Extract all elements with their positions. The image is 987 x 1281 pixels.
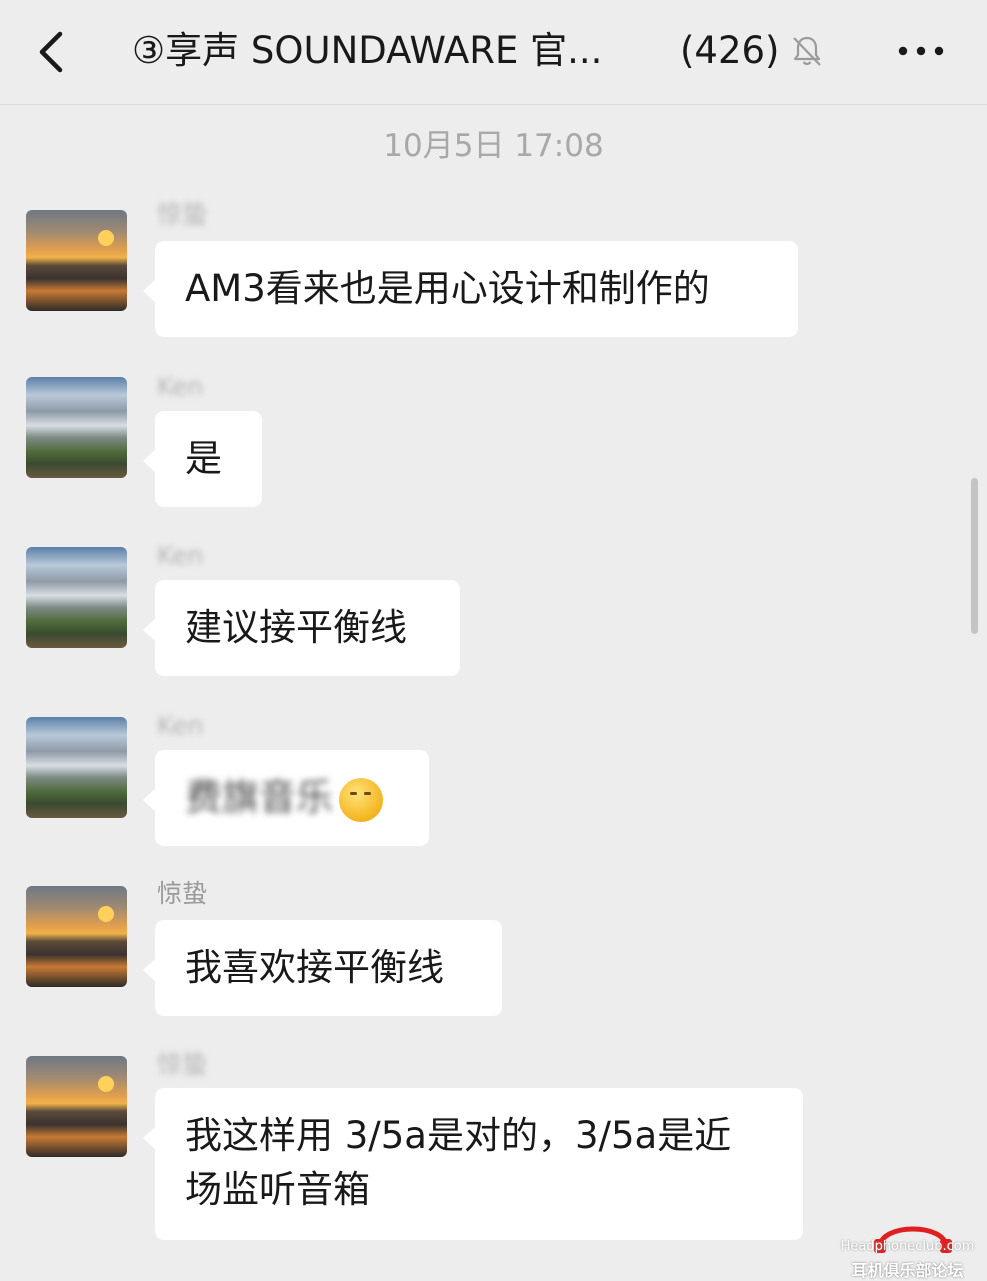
chevron-left-icon[interactable] [30,26,78,78]
scrollbar[interactable] [971,478,978,634]
watermark: Headphoneclub.com 耳机俱乐部论坛 [828,1213,987,1280]
message-text: 我喜欢接平衡线 [185,946,444,989]
message-bubble[interactable]: 费旗音乐 [143,750,429,846]
message-text: AM3看来也是用心设计和制作的 [185,267,710,310]
thinking-face-icon [339,777,383,822]
sender-name: Ken [157,372,204,401]
sender-name: 惊蛰 [157,200,208,229]
message-bubble[interactable]: 是 [143,411,262,507]
message-bubble[interactable]: 我这样用 3/5a是对的，3/5a是近 场监听音箱 [143,1088,803,1240]
sender-name: 惊蛰 [157,1050,208,1079]
watermark-text: 耳机俱乐部论坛 [851,1261,964,1280]
member-count: (426) [680,29,780,72]
sender-name: Ken [157,711,204,740]
avatar[interactable] [26,547,127,648]
avatar[interactable] [26,717,127,818]
watermark-url: Headphoneclub.com [840,1239,975,1254]
avatar[interactable] [26,1056,127,1157]
message-text-line: 我这样用 3/5a是对的，3/5a是近 [185,1114,732,1157]
message-text-line: 场监听音箱 [185,1168,370,1211]
message-text: 是 [185,437,222,480]
message-text: 建议接平衡线 [185,606,407,649]
message-bubble[interactable]: AM3看来也是用心设计和制作的 [143,241,798,337]
bell-muted-icon [793,36,821,66]
more-dots-icon[interactable] [897,34,945,68]
message-bubble[interactable]: 我喜欢接平衡线 [143,920,502,1016]
message-text: 费旗音乐 [185,776,333,819]
avatar[interactable] [26,377,127,478]
sender-name: 惊蛰 [157,879,208,908]
chat-title: ③享声 SOUNDAWARE 官... [132,29,603,72]
message-bubble[interactable]: 建议接平衡线 [143,580,460,676]
chat-header: ③享声 SOUNDAWARE 官... (426) [0,0,987,105]
avatar[interactable] [26,886,127,987]
sender-name: Ken [157,541,204,570]
message-timestamp: 10月5日 17:08 [383,128,604,164]
avatar[interactable] [26,210,127,311]
